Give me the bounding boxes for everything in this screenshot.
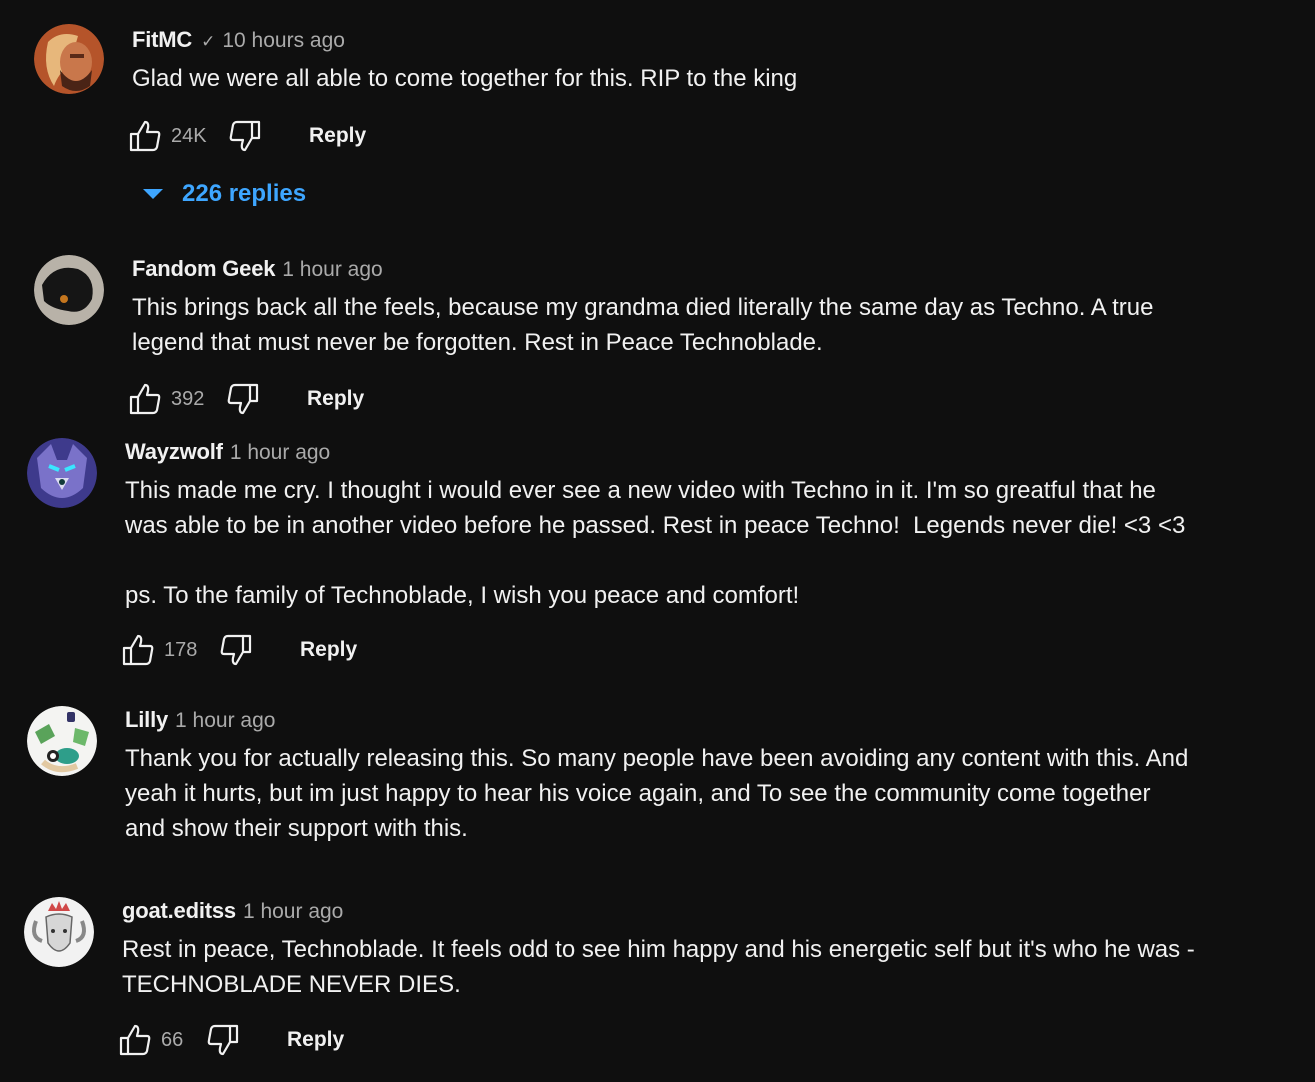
comment-text: This brings back all the feels, because … [132,294,1154,356]
thumbs-down-icon [220,634,252,666]
author-name[interactable]: Wayzwolf [125,439,223,465]
avatar[interactable] [24,897,94,967]
verified-check-icon: ✓ [201,32,216,51]
reply-button[interactable]: Reply [300,638,357,662]
like-count: 392 [171,387,205,410]
avatar[interactable] [27,438,97,508]
black-dog-avatar-icon [34,255,104,325]
bearded-man-avatar-icon [34,24,104,94]
thumbs-up-icon [119,1024,151,1056]
thumbs-down-icon [227,383,259,415]
author-name[interactable]: goat.editss [122,898,236,924]
comment-text: This made me cry. I thought i would ever… [125,477,1186,609]
replies-count-label: 226 replies [182,180,307,207]
dislike-button[interactable] [205,1022,241,1058]
crowned-ram-avatar-icon [24,897,94,967]
thumbs-up-icon [122,634,154,666]
caret-down-icon [143,189,163,199]
thumbs-down-icon [207,1024,239,1056]
like-button[interactable] [120,632,156,668]
comment-timestamp[interactable]: 1 hour ago [282,258,382,282]
reply-button[interactable]: Reply [309,124,366,148]
comment-text: Thank you for actually releasing this. S… [125,745,1189,842]
view-replies-button[interactable]: 226 replies [142,180,306,208]
author-name[interactable]: Lilly [125,707,168,733]
reply-button[interactable]: Reply [307,387,364,411]
like-button[interactable] [127,118,163,154]
like-count: 178 [164,638,198,661]
purple-wolf-avatar-icon [27,438,97,508]
comment-text: Rest in peace, Technoblade. It feels odd… [122,936,1195,998]
author-name[interactable]: FitMC [132,27,192,53]
dislike-button[interactable] [227,118,263,154]
like-button[interactable] [127,381,163,417]
dislike-button[interactable] [218,632,254,668]
thumbs-up-icon [129,120,161,152]
comment-timestamp[interactable]: 1 hour ago [243,900,343,924]
dislike-button[interactable] [225,381,261,417]
like-button[interactable] [117,1022,153,1058]
comment-timestamp[interactable]: 10 hours ago [222,29,345,53]
comment-timestamp[interactable]: 1 hour ago [230,441,330,465]
thumbs-down-icon [229,120,261,152]
comment-timestamp[interactable]: 1 hour ago [175,709,275,733]
like-count: 24K [171,124,207,147]
like-count: 66 [161,1028,184,1051]
comment-text: Glad we were all able to come together f… [132,65,798,92]
avatar[interactable] [34,255,104,325]
author-name[interactable]: Fandom Geek [132,256,275,282]
avatar[interactable] [34,24,104,94]
avatar[interactable] [27,706,97,776]
green-character-avatar-icon [27,706,97,776]
thumbs-up-icon [129,383,161,415]
reply-button[interactable]: Reply [287,1028,344,1052]
